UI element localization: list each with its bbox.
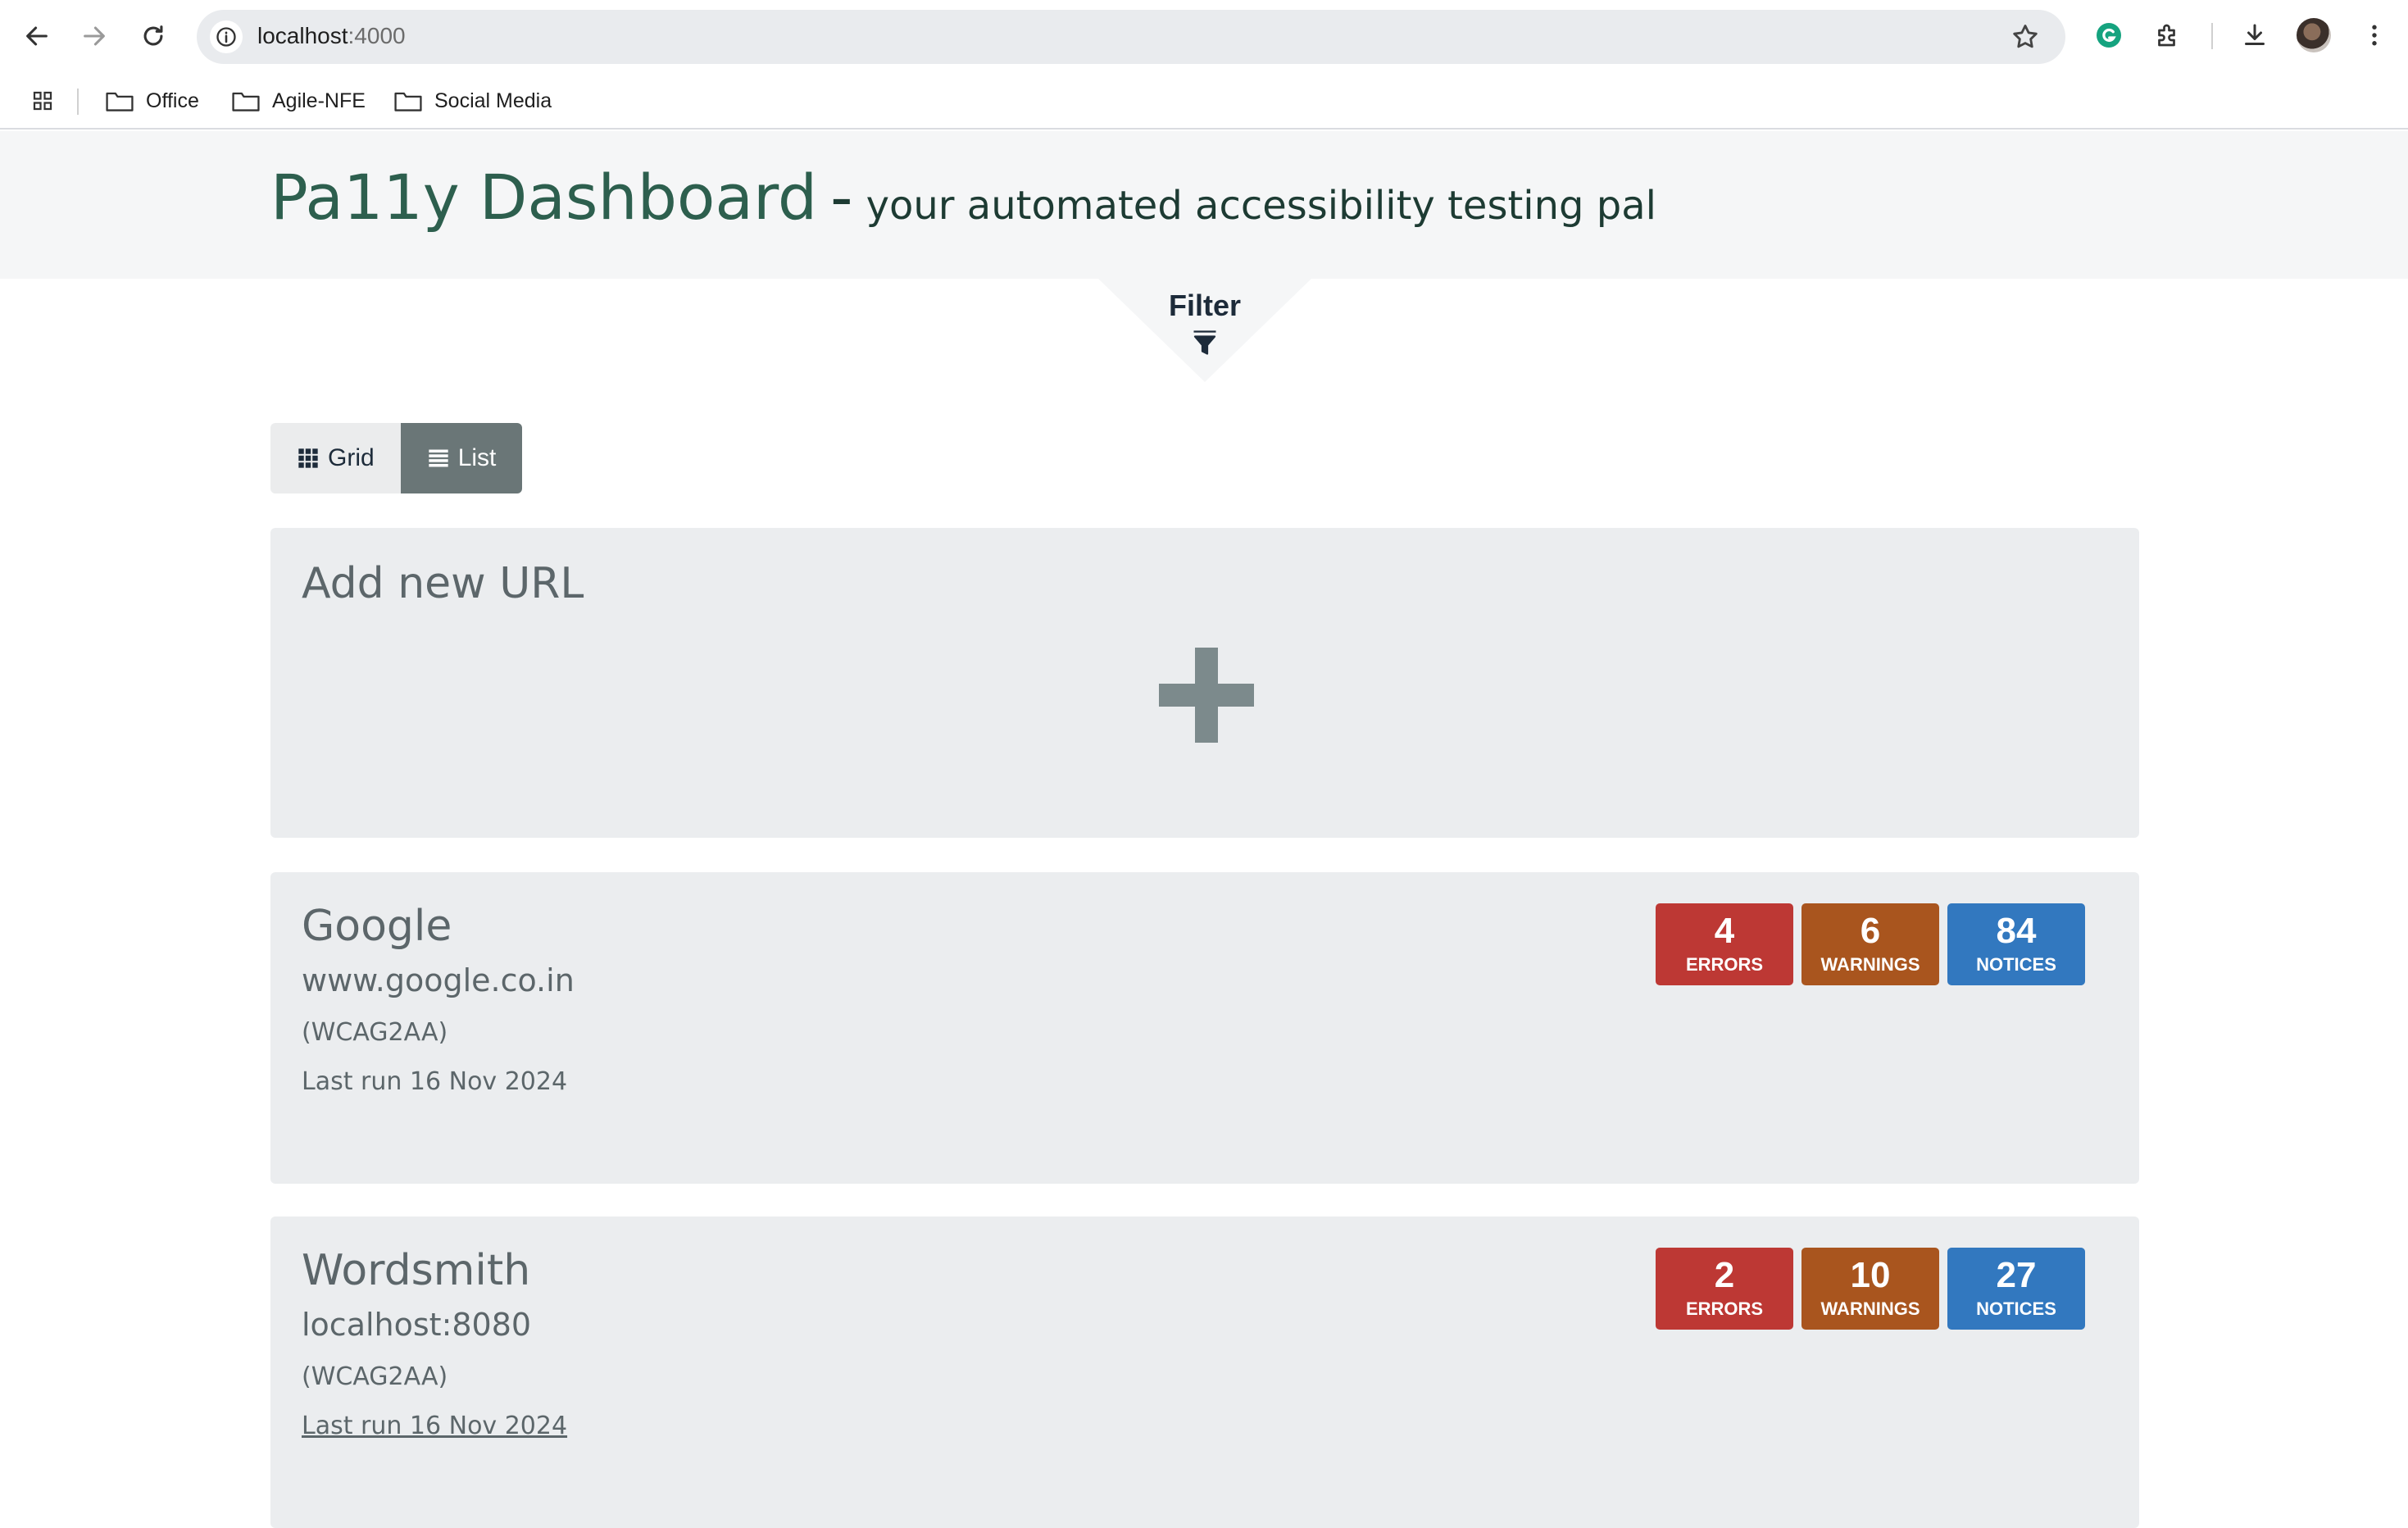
site-standard: (WCAG2AA) — [302, 1362, 448, 1391]
filter-toggle[interactable]: Filter — [1098, 279, 1311, 382]
apps-grid-icon[interactable] — [28, 89, 57, 113]
address-bar[interactable]: localhost:4000 — [197, 10, 2065, 64]
site-card-wordsmith[interactable]: Wordsmith localhost:8080 (WCAG2AA) Last … — [270, 1216, 2139, 1528]
plus-icon — [1159, 648, 1254, 743]
site-info-icon[interactable] — [210, 20, 243, 53]
reload-icon[interactable] — [133, 16, 174, 57]
filter-funnel-icon — [1193, 330, 1216, 355]
folder-icon — [232, 92, 260, 111]
bookmark-star-icon[interactable] — [2010, 21, 2041, 52]
profile-avatar[interactable] — [2297, 18, 2331, 52]
brand-title[interactable]: Pa11y Dashboard — [270, 161, 817, 234]
grid-view-button[interactable]: Grid — [270, 423, 401, 493]
site-standard: (WCAG2AA) — [302, 1018, 448, 1047]
site-name[interactable]: Google — [302, 902, 452, 951]
toolbar-divider — [2211, 23, 2213, 49]
errors-badge[interactable]: 4 ERRORS — [1656, 903, 1793, 985]
url-host: localhost — [257, 23, 348, 48]
list-icon — [429, 449, 448, 467]
url-port: :4000 — [348, 23, 406, 48]
site-card-google[interactable]: Google www.google.co.in (WCAG2AA) Last r… — [270, 872, 2139, 1184]
filter-label: Filter — [1168, 289, 1241, 322]
warnings-count: 10 — [1850, 1255, 1891, 1295]
title-separator: - — [830, 161, 853, 234]
add-new-url-heading: Add new URL — [302, 559, 584, 608]
browser-toolbar: localhost:4000 — [0, 0, 2408, 72]
dashboard-page: Pa11y Dashboard - your automated accessibi… — [0, 131, 2408, 1528]
bookmark-office[interactable]: Office — [105, 89, 199, 113]
result-badges: 4 ERRORS 6 WARNINGS 84 NOTICES — [1656, 903, 2085, 985]
result-badges: 2 ERRORS 10 WARNINGS 27 NOTICES — [1656, 1248, 2085, 1330]
errors-label: ERRORS — [1685, 954, 1764, 975]
notices-count: 27 — [1996, 1255, 2037, 1295]
site-last-run-link[interactable]: Last run 16 Nov 2024 — [302, 1412, 567, 1440]
bookmark-agile-nfe[interactable]: Agile-NFE — [231, 89, 366, 113]
folder-icon — [394, 92, 422, 111]
errors-badge[interactable]: 2 ERRORS — [1656, 1248, 1793, 1330]
warnings-label: WARNINGS — [1820, 954, 1920, 975]
forward-arrow-icon[interactable] — [74, 16, 115, 57]
notices-label: NOTICES — [1976, 1298, 2056, 1319]
errors-count: 2 — [1714, 1255, 1735, 1295]
notices-label: NOTICES — [1976, 954, 2056, 975]
page-title: Pa11y Dashboard - your automated accessibi… — [270, 161, 1656, 234]
warnings-badge[interactable]: 10 WARNINGS — [1801, 1248, 1939, 1330]
site-url: localhost:8080 — [302, 1307, 532, 1343]
notices-count: 84 — [1996, 911, 2037, 951]
notices-badge[interactable]: 27 NOTICES — [1947, 1248, 2085, 1330]
view-toggle: Grid List — [270, 423, 523, 493]
extensions-puzzle-icon[interactable] — [2151, 18, 2185, 52]
warnings-count: 6 — [1860, 911, 1881, 951]
bookmark-label: Agile-NFE — [272, 89, 366, 112]
page-header: Pa11y Dashboard - your automated accessibi… — [0, 131, 2408, 279]
grid-icon — [298, 448, 318, 468]
bookmark-social-media[interactable]: Social Media — [393, 89, 552, 113]
list-view-label: List — [457, 444, 497, 471]
list-view-button[interactable]: List — [400, 423, 523, 493]
menu-kebab-icon[interactable] — [2357, 18, 2392, 52]
grammarly-extension-icon[interactable] — [2092, 18, 2126, 52]
bookmarks-bar: Office Agile-NFE Social Media — [0, 72, 2408, 130]
folder-icon — [106, 92, 134, 111]
site-name[interactable]: Wordsmith — [302, 1246, 530, 1295]
errors-label: ERRORS — [1685, 1298, 1764, 1319]
tagline: your automated accessibility testing pal — [866, 183, 1656, 229]
warnings-label: WARNINGS — [1820, 1298, 1920, 1319]
add-new-url-card[interactable]: Add new URL — [270, 528, 2139, 838]
notices-badge[interactable]: 84 NOTICES — [1947, 903, 2085, 985]
grid-view-label: Grid — [328, 444, 375, 471]
address-url: localhost:4000 — [257, 23, 406, 49]
site-last-run: Last run 16 Nov 2024 — [302, 1067, 568, 1096]
warnings-badge[interactable]: 6 WARNINGS — [1801, 903, 1939, 985]
plus-vertical-bar — [1195, 648, 1218, 743]
site-url: www.google.co.in — [302, 962, 575, 998]
errors-count: 4 — [1714, 911, 1735, 951]
bookmarks-divider — [77, 89, 79, 115]
download-icon[interactable] — [2238, 18, 2272, 52]
back-arrow-icon[interactable] — [16, 16, 57, 57]
bookmark-label: Office — [146, 89, 199, 112]
bookmark-label: Social Media — [434, 89, 552, 112]
